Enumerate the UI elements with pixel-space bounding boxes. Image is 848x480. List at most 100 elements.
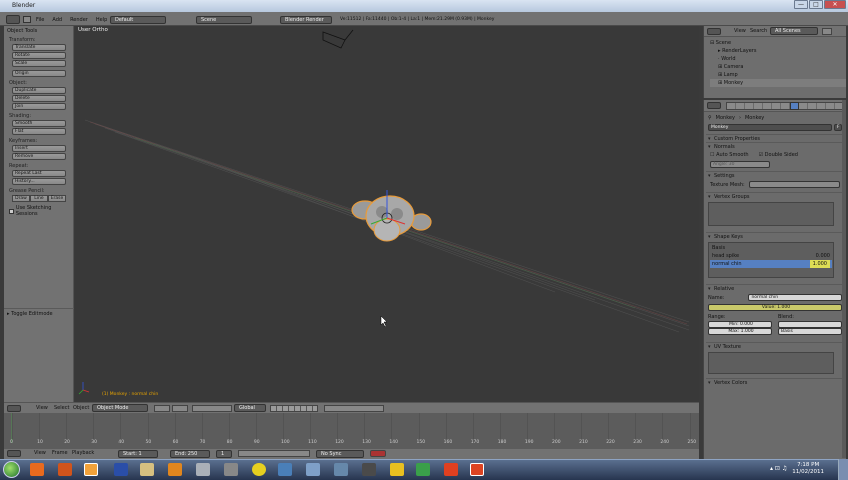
menu-add[interactable]: Add	[52, 17, 62, 23]
app-icon[interactable]	[362, 463, 376, 476]
normals-panel[interactable]: Normals	[706, 142, 844, 151]
scene-selector[interactable]: Scene	[196, 16, 252, 24]
app-icon[interactable]	[196, 463, 210, 476]
app-icon[interactable]	[278, 463, 292, 476]
uv-texture-list[interactable]	[708, 352, 834, 374]
object-menu[interactable]: Object	[73, 405, 89, 411]
auto-smooth-checkbox[interactable]: ☐ Auto Smooth	[710, 152, 749, 158]
mode-selector[interactable]: Object Mode	[92, 404, 148, 412]
outliner-display-selector[interactable]: All Scenes	[770, 27, 818, 35]
toggle-editmode-label[interactable]: Toggle Editmode	[11, 311, 53, 317]
app-icon[interactable]	[416, 463, 430, 476]
camera-object[interactable]	[322, 29, 354, 49]
show-desktop-button[interactable]	[838, 459, 848, 480]
pin-icon[interactable]: ⚲	[708, 115, 712, 121]
taskbar-clock[interactable]: 7:18 PM 11/02/2011	[792, 462, 824, 476]
outliner-item-lamp[interactable]: ⊞ Lamp	[710, 71, 846, 79]
editor-type-icon[interactable]	[7, 405, 21, 412]
vertex-groups-panel[interactable]: Vertex Groups	[706, 192, 844, 201]
editor-type-icon[interactable]	[707, 28, 721, 35]
shape-value-slider[interactable]: Value: 1.000	[708, 304, 842, 311]
shape-key-row[interactable]: normal chin 1.000	[710, 260, 832, 268]
manipulator-icons[interactable]	[192, 405, 232, 412]
current-frame-field[interactable]: 1	[216, 450, 232, 458]
erase-button[interactable]: Erase	[48, 195, 66, 202]
shape-name-field[interactable]: normal chin	[748, 294, 842, 301]
select-menu[interactable]: Select	[54, 405, 69, 411]
double-sided-checkbox[interactable]: ☑ Double Sided	[759, 152, 798, 158]
mesh-data-tab-icon[interactable]	[790, 102, 799, 110]
sketching-checkbox[interactable]	[9, 208, 14, 214]
join-button[interactable]: Join	[12, 103, 66, 110]
info-icon[interactable]	[252, 463, 266, 476]
firefox-icon[interactable]	[58, 463, 72, 476]
app-icon[interactable]	[306, 463, 320, 476]
outliner-item-world[interactable]: · World	[710, 55, 846, 63]
outliner-item-scene[interactable]: ⊟ Scene	[710, 39, 846, 47]
shape-keys-panel[interactable]: Shape Keys	[706, 232, 844, 241]
menu-help[interactable]: Help	[96, 17, 107, 23]
outliner-search-menu[interactable]: Search	[750, 28, 767, 34]
timeline-area[interactable]: 0 10 20 30 40 50 60 70 80 90 100 110 120 130 140 150 160…	[4, 413, 699, 451]
angle-field[interactable]: Angle: 30	[710, 161, 770, 168]
minimize-button[interactable]: —	[794, 0, 808, 9]
relative-key-field[interactable]: Basis	[778, 328, 842, 335]
folder-icon[interactable]	[140, 463, 154, 476]
app-icon[interactable]	[114, 463, 128, 476]
app-icon[interactable]	[390, 463, 404, 476]
outliner-view-menu[interactable]: View	[734, 28, 746, 34]
blender-taskbar-icon[interactable]	[84, 463, 98, 476]
3d-viewport[interactable]	[75, 26, 699, 402]
outliner-item-monkey[interactable]: ⊞ Monkey	[710, 79, 846, 87]
max-field[interactable]: Max: 1.000	[708, 328, 772, 335]
outliner-item-camera[interactable]: ⊞ Camera	[710, 63, 846, 71]
shading-icon[interactable]	[154, 405, 170, 412]
smooth-button[interactable]: Smooth	[12, 120, 66, 127]
end-frame-field[interactable]: End: 250	[170, 450, 210, 458]
pivot-icon[interactable]	[172, 405, 188, 412]
settings-panel[interactable]: Settings	[706, 171, 844, 180]
editor-type-icon[interactable]	[6, 15, 20, 24]
app-icon[interactable]	[444, 463, 458, 476]
media-player-icon[interactable]	[168, 463, 182, 476]
delete-button[interactable]: Delete	[12, 95, 66, 102]
app-icon[interactable]	[334, 463, 348, 476]
editor-type-icon[interactable]	[707, 102, 721, 109]
mesh-name-field[interactable]: Monkey	[708, 124, 832, 131]
menu-render[interactable]: Render	[70, 17, 88, 23]
insert-keyframe-button[interactable]: Insert	[12, 145, 66, 152]
timeline-playback-menu[interactable]: Playback	[72, 450, 94, 456]
scale-button[interactable]: Scale	[12, 60, 66, 67]
min-field[interactable]: Min: 0.000	[708, 321, 772, 328]
remove-keyframe-button[interactable]: Remove	[12, 153, 66, 160]
view-menu[interactable]: View	[36, 405, 48, 411]
sync-selector[interactable]: No Sync	[316, 450, 364, 458]
timeline-view-menu[interactable]: View	[34, 450, 46, 456]
custom-properties-panel[interactable]: Custom Properties	[706, 134, 844, 143]
start-button[interactable]	[3, 461, 20, 478]
uv-texture-panel[interactable]: UV Texture	[706, 342, 844, 351]
translate-button[interactable]: Translate	[12, 44, 66, 51]
playback-controls[interactable]	[238, 450, 310, 457]
line-button[interactable]: Line	[30, 195, 48, 202]
outliner-item-renderlayers[interactable]: ▸ RenderLayers	[710, 47, 846, 55]
vertex-groups-list[interactable]	[708, 202, 834, 226]
properties-scrollbar[interactable]	[842, 100, 846, 458]
start-frame-field[interactable]: Start: 1	[118, 450, 158, 458]
layer-buttons[interactable]	[270, 405, 318, 412]
texture-mesh-field[interactable]	[748, 181, 840, 188]
vertex-colors-panel[interactable]: Vertex Colors	[706, 378, 844, 387]
screen-layout-selector[interactable]: Default	[110, 16, 166, 24]
relative-row[interactable]: Relative	[706, 284, 844, 293]
history-button[interactable]: History...	[12, 178, 66, 185]
duplicate-button[interactable]: Duplicate	[12, 87, 66, 94]
origin-button[interactable]: Origin	[12, 70, 66, 77]
rotate-button[interactable]: Rotate	[12, 52, 66, 59]
firefox-icon[interactable]	[30, 463, 44, 476]
orientation-selector[interactable]: Global	[234, 404, 266, 412]
shape-key-row[interactable]: Basis	[710, 244, 832, 252]
snap-controls[interactable]	[324, 405, 384, 412]
draw-button[interactable]: Draw	[12, 195, 30, 202]
shape-key-row[interactable]: head spike 0.000	[710, 252, 832, 260]
flat-button[interactable]: Flat	[12, 128, 66, 135]
